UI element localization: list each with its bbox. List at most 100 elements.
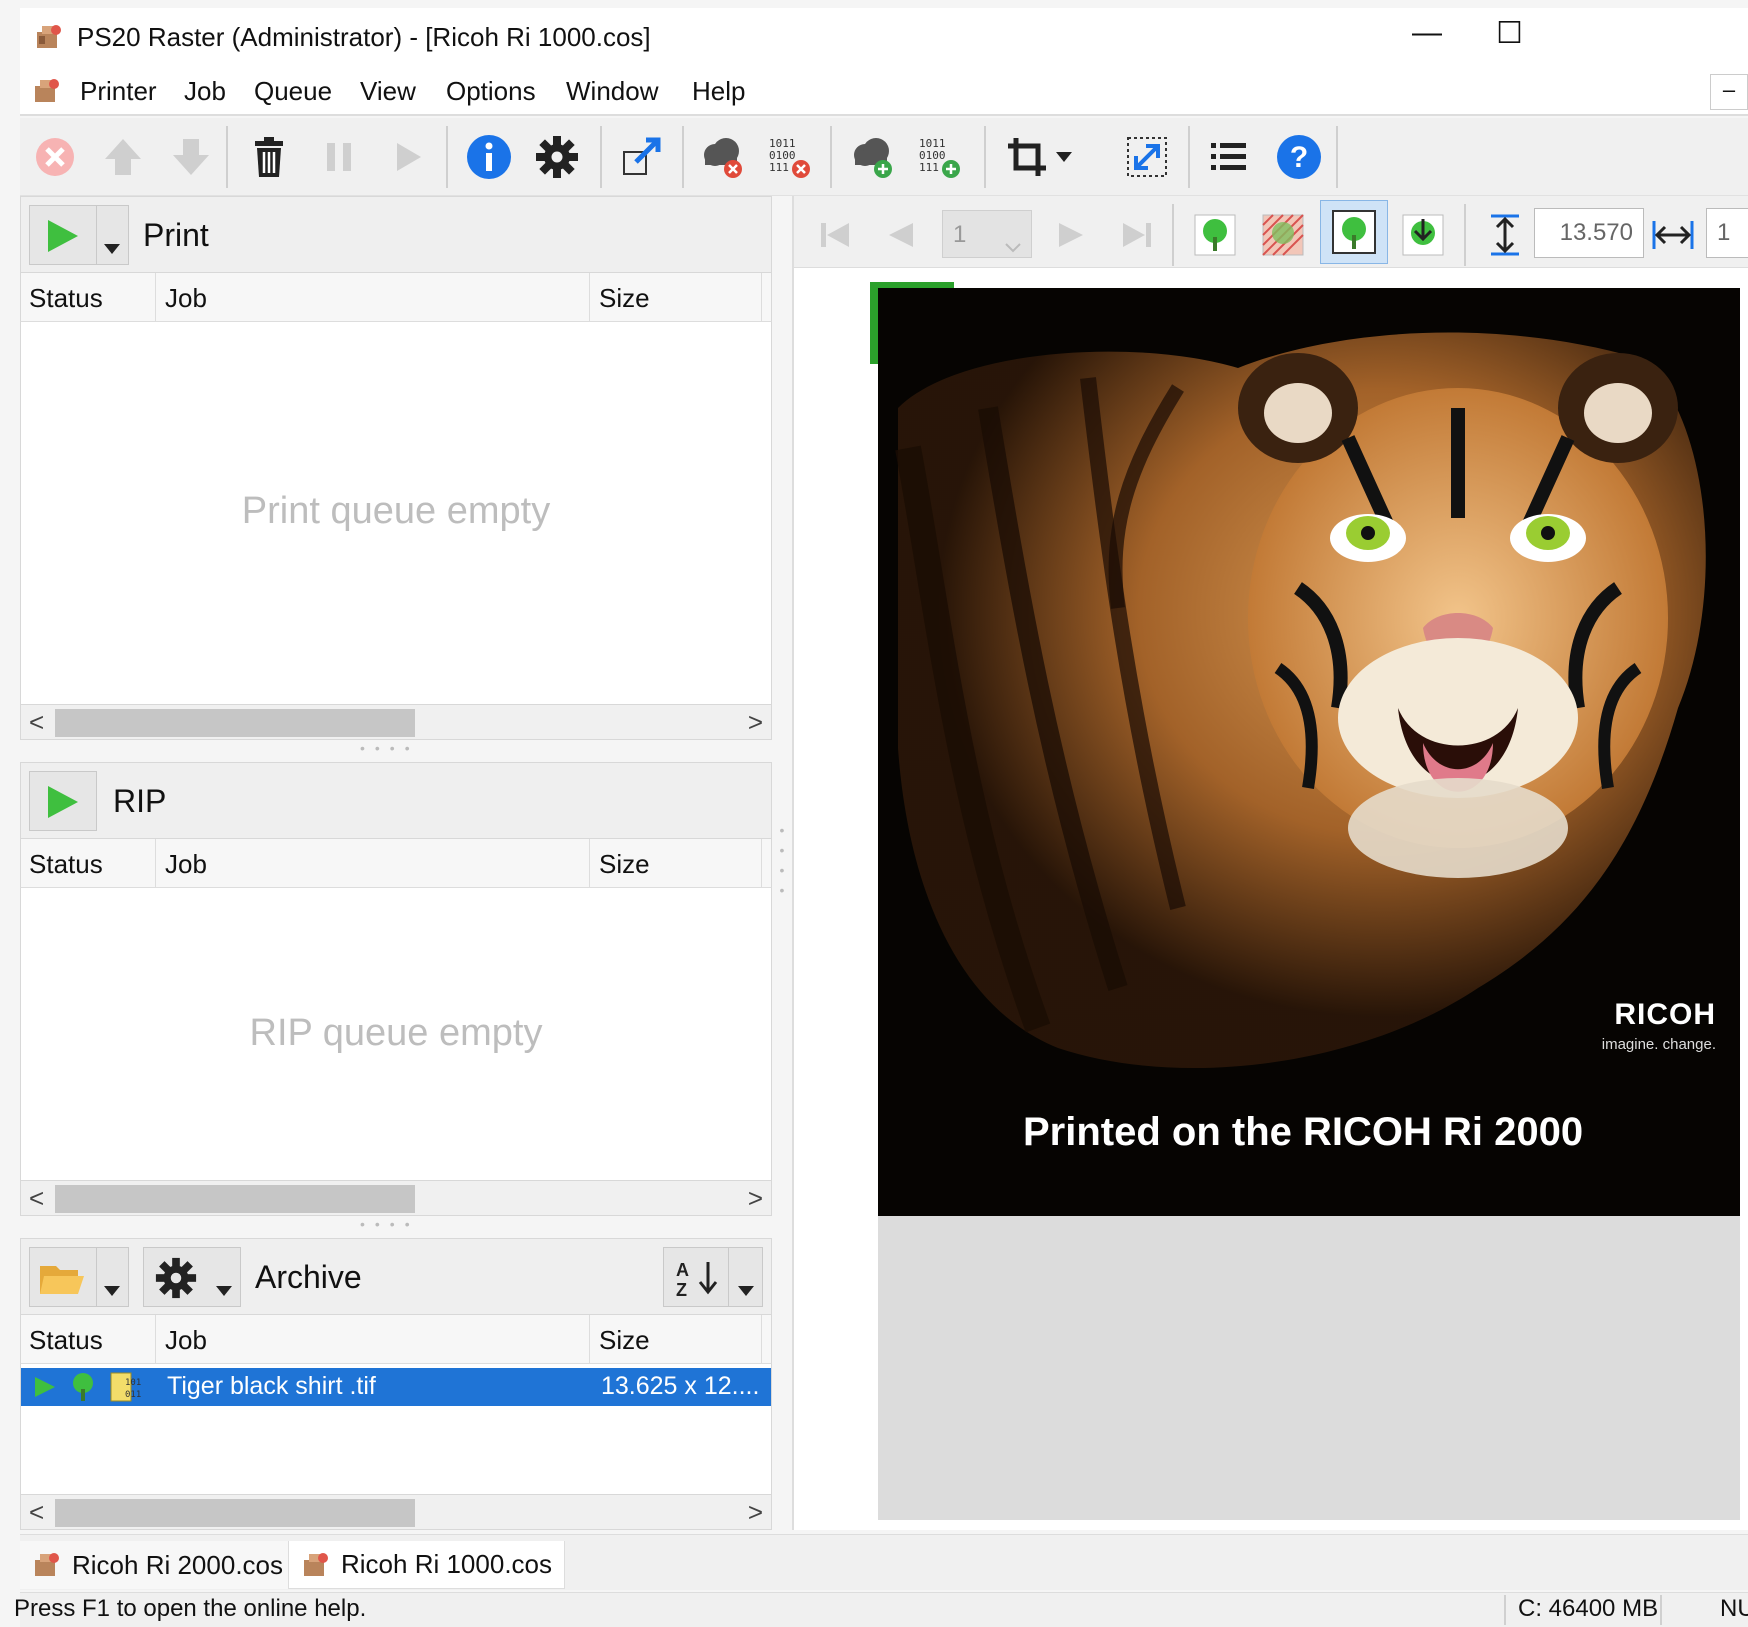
column-size[interactable]: Size xyxy=(599,849,650,880)
preview-color-icon[interactable] xyxy=(1188,208,1242,262)
column-status[interactable]: Status xyxy=(29,283,103,314)
menu-view[interactable]: View xyxy=(360,76,416,107)
column-job[interactable]: Job xyxy=(165,283,207,314)
column-separator[interactable] xyxy=(589,1315,590,1365)
menu-bar: Printer Job Queue View Options Window He… xyxy=(20,70,1748,116)
column-separator[interactable] xyxy=(589,273,590,323)
fit-height-icon[interactable] xyxy=(1478,208,1532,262)
column-status[interactable]: Status xyxy=(29,849,103,880)
column-job[interactable]: Job xyxy=(165,849,207,880)
column-separator[interactable] xyxy=(155,273,156,323)
width-value-field[interactable]: 1 xyxy=(1706,208,1748,258)
menu-printer[interactable]: Printer xyxy=(80,76,157,107)
table-row[interactable]: 101 011 Tiger black shirt .tif 13.625 x 1… xyxy=(21,1368,771,1406)
mdi-minimize-button[interactable]: – xyxy=(1710,74,1748,110)
move-down-icon[interactable] xyxy=(164,130,218,184)
preview-toolbar: 1 13.570 1 xyxy=(792,196,1748,268)
print-queue-empty-text: Print queue empty xyxy=(241,490,551,532)
chevron-down-icon[interactable] xyxy=(104,230,120,261)
play-icon xyxy=(33,1375,57,1406)
splitter-grip[interactable]: •••• xyxy=(360,740,420,756)
archive-open-split-button[interactable] xyxy=(29,1247,129,1307)
split-divider xyxy=(96,206,97,264)
menu-window[interactable]: Window xyxy=(566,76,658,107)
column-separator[interactable] xyxy=(761,273,762,323)
sort-az-icon: AZ xyxy=(674,1256,722,1307)
column-size[interactable]: Size xyxy=(599,283,650,314)
rip-queue-scrollbar[interactable]: < > xyxy=(20,1180,772,1216)
previous-page-icon[interactable] xyxy=(874,208,928,262)
rip-queue-list[interactable]: RIP queue empty xyxy=(20,888,772,1180)
add-binary-icon[interactable]: 1011 0100 111 xyxy=(912,130,966,184)
column-size[interactable]: Size xyxy=(599,1325,650,1356)
column-separator[interactable] xyxy=(761,839,762,889)
scroll-left-icon[interactable]: < xyxy=(29,1497,44,1528)
fit-to-window-icon[interactable] xyxy=(1120,130,1174,184)
sort-split-button[interactable]: AZ xyxy=(663,1247,763,1307)
delete-icon[interactable] xyxy=(242,130,296,184)
move-up-icon[interactable] xyxy=(96,130,150,184)
scroll-left-icon[interactable]: < xyxy=(29,1183,44,1214)
gear-icon[interactable] xyxy=(530,130,584,184)
split-divider xyxy=(96,1248,97,1306)
preview-page-button[interactable] xyxy=(1320,200,1388,264)
print-start-split-button[interactable] xyxy=(29,205,129,265)
info-icon[interactable] xyxy=(462,130,516,184)
resume-icon[interactable] xyxy=(380,130,434,184)
tab-ricoh-ri-2000[interactable]: Ricoh Ri 2000.cos xyxy=(20,1541,296,1589)
archive-settings-split-button[interactable] xyxy=(143,1247,241,1307)
archive-scrollbar[interactable]: < > xyxy=(20,1494,772,1530)
preview-separations-icon[interactable] xyxy=(1256,208,1310,262)
chevron-down-icon[interactable] xyxy=(738,1272,754,1303)
print-queue-list[interactable]: Print queue empty xyxy=(20,322,772,704)
column-status[interactable]: Status xyxy=(29,1325,103,1356)
splitter-grip[interactable]: •••• xyxy=(360,1216,420,1232)
archive-columns: Status Job Size xyxy=(20,1314,772,1365)
open-external-icon[interactable] xyxy=(614,130,668,184)
chevron-down-icon[interactable] xyxy=(104,1272,120,1303)
maximize-button[interactable]: ☐ xyxy=(1496,16,1523,51)
cancel-job-icon[interactable] xyxy=(28,130,82,184)
scroll-right-icon[interactable]: > xyxy=(748,707,763,738)
list-icon[interactable] xyxy=(1202,130,1256,184)
download-icon[interactable] xyxy=(1396,208,1450,262)
svg-text:011: 011 xyxy=(125,1390,141,1400)
tab-ricoh-ri-1000[interactable]: Ricoh Ri 1000.cos xyxy=(288,1541,565,1589)
chevron-down-icon[interactable] xyxy=(216,1272,232,1303)
column-separator[interactable] xyxy=(155,839,156,889)
print-queue-scrollbar[interactable]: < > xyxy=(20,704,772,740)
app-icon xyxy=(34,22,64,59)
rip-start-button[interactable] xyxy=(29,771,97,831)
fit-width-icon[interactable] xyxy=(1646,208,1700,262)
column-separator[interactable] xyxy=(761,1315,762,1365)
crop-dropdown-icon[interactable] xyxy=(1050,130,1078,184)
toolbar-separator xyxy=(682,126,684,188)
document-tab-bar: Ricoh Ri 2000.cos Ricoh Ri 1000.cos xyxy=(20,1534,1748,1590)
first-page-icon[interactable] xyxy=(808,208,862,262)
column-separator[interactable] xyxy=(589,839,590,889)
vertical-splitter-grip[interactable]: • • • • xyxy=(774,820,790,900)
help-icon[interactable]: ? xyxy=(1272,130,1326,184)
column-separator[interactable] xyxy=(155,1315,156,1365)
menu-help[interactable]: Help xyxy=(692,76,745,107)
scrollbar-thumb[interactable] xyxy=(55,1499,415,1527)
minimize-button[interactable]: — xyxy=(1412,16,1442,50)
scroll-right-icon[interactable]: > xyxy=(748,1183,763,1214)
scroll-left-icon[interactable]: < xyxy=(29,707,44,738)
scrollbar-thumb[interactable] xyxy=(55,1185,415,1213)
menu-job[interactable]: Job xyxy=(184,76,226,107)
menu-options[interactable]: Options xyxy=(446,76,536,107)
pause-icon[interactable] xyxy=(312,130,366,184)
crop-icon[interactable] xyxy=(1000,130,1054,184)
add-to-cloud-icon[interactable] xyxy=(844,130,898,184)
column-job[interactable]: Job xyxy=(165,1325,207,1356)
menu-queue[interactable]: Queue xyxy=(254,76,332,107)
remove-binary-icon[interactable]: 1011 0100 111 xyxy=(762,130,816,184)
height-value-field[interactable]: 13.570 xyxy=(1534,208,1644,258)
last-page-icon[interactable] xyxy=(1110,208,1164,262)
remove-from-cloud-icon[interactable] xyxy=(694,130,748,184)
scroll-right-icon[interactable]: > xyxy=(748,1497,763,1528)
next-page-icon[interactable] xyxy=(1044,208,1098,262)
scrollbar-thumb[interactable] xyxy=(55,709,415,737)
page-select[interactable]: 1 xyxy=(942,210,1032,258)
